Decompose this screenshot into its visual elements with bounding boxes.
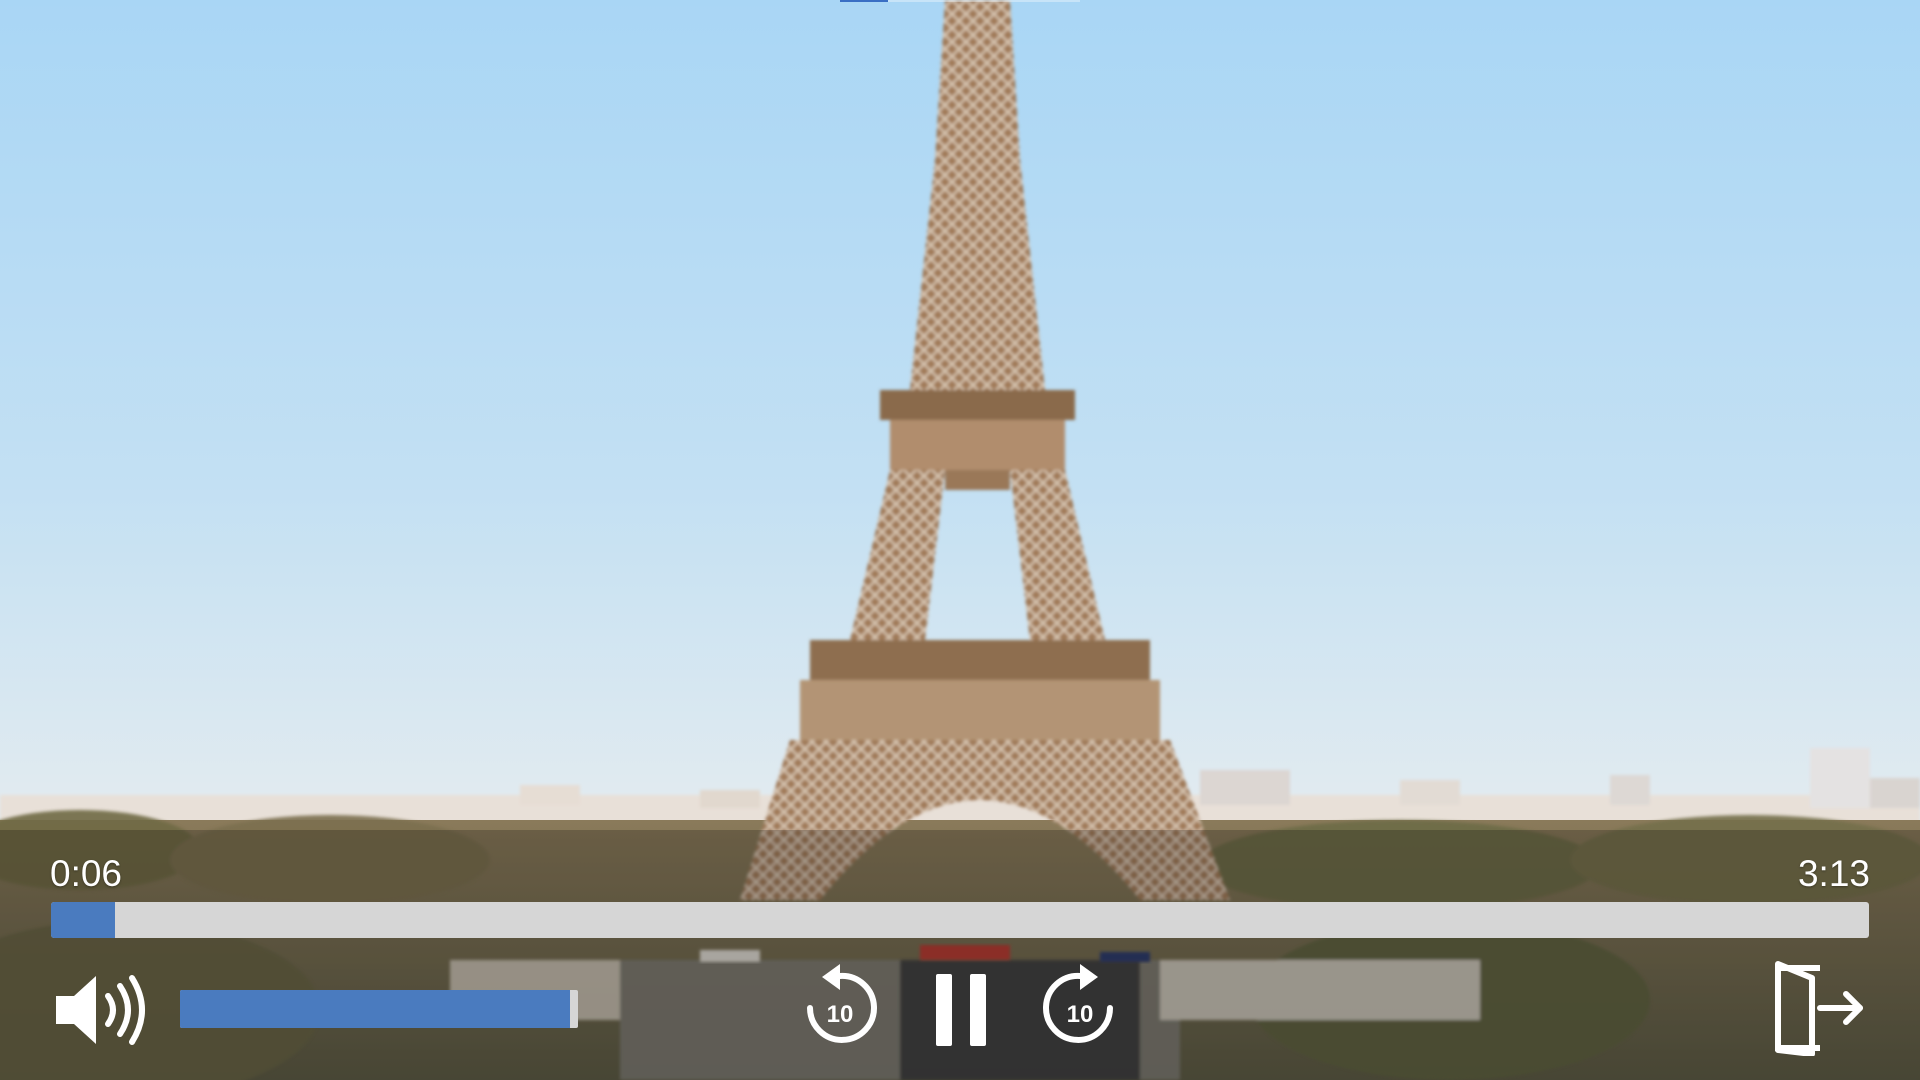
rewind-10-button[interactable]: 10 [800,962,880,1052]
top-indicator-segment [840,0,888,2]
forward-10-icon: 10 [1043,964,1113,1043]
seek-bar-progress [51,902,115,938]
exit-icon [1775,961,1863,1056]
current-time: 0:06 [50,853,123,894]
forward-10-button[interactable]: 10 [1040,962,1120,1052]
volume-slider[interactable] [180,990,578,1028]
volume-button[interactable] [52,970,152,1050]
seek-bar[interactable] [51,902,1869,938]
rewind-10-icon: 10 [807,964,877,1043]
rewind-10-label: 10 [827,1001,854,1028]
pause-icon [936,974,986,1046]
pause-button[interactable] [934,972,988,1048]
forward-10-label: 10 [1067,1001,1094,1028]
volume-icon [56,975,145,1045]
total-time: 3:13 [1797,853,1870,894]
top-indicator [840,0,1080,2]
exit-button[interactable] [1772,960,1868,1056]
volume-level [180,990,571,1028]
video-player[interactable]: 0:06 3:13 10 10 [0,0,1920,1080]
